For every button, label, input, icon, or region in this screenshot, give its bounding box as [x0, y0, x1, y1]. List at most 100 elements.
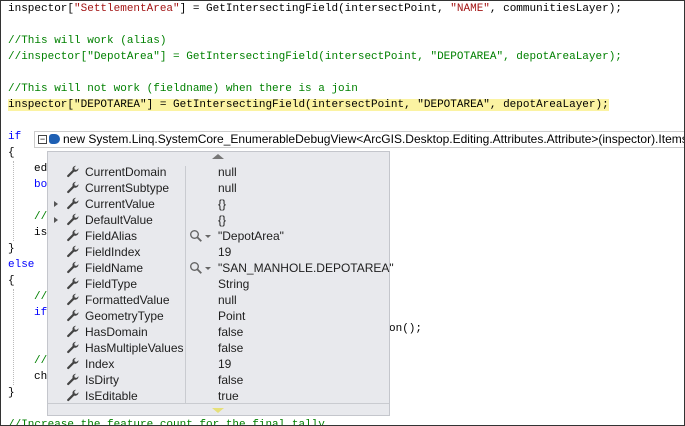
magnifier-icon[interactable]	[189, 229, 203, 243]
chevron-down-icon[interactable]	[205, 235, 211, 238]
property-name: FieldName	[85, 261, 144, 275]
code-fragment: is	[34, 227, 48, 239]
property-value[interactable]: null	[218, 164, 237, 180]
property-name: HasMultipleValues	[85, 341, 184, 355]
property-row[interactable]: FieldType String	[48, 276, 389, 292]
wrench-icon	[66, 181, 80, 195]
property-name: HasDomain	[85, 325, 148, 339]
property-row[interactable]: FieldAlias "DepotArea"	[48, 228, 389, 244]
brace: {	[8, 147, 15, 159]
property-name: CurrentDomain	[85, 165, 167, 179]
comment-line: //This will work (alias)	[8, 35, 167, 47]
code-fragment: on();	[389, 323, 423, 335]
property-value[interactable]: false	[218, 372, 243, 388]
wrench-icon	[66, 373, 80, 387]
property-name: FormattedValue	[85, 293, 170, 307]
collapse-button[interactable]: −	[38, 135, 47, 144]
comment-line: //Increase the feature count for the fin…	[8, 419, 325, 426]
wrench-icon	[66, 293, 80, 307]
scroll-down-arrow-icon[interactable]	[212, 408, 224, 413]
indent-guide	[13, 289, 14, 385]
property-value[interactable]: false	[218, 324, 243, 340]
highlighted-statement: inspector["DEPOTAREA"] = GetIntersecting…	[8, 99, 609, 111]
string-literal: "SettlementArea"	[74, 3, 180, 15]
property-value[interactable]: 19	[218, 356, 231, 372]
indent-guide	[13, 161, 14, 241]
property-value[interactable]: null	[218, 292, 237, 308]
property-name: Index	[85, 357, 115, 371]
property-name: IsDirty	[85, 373, 119, 387]
wrench-icon	[66, 245, 80, 259]
wrench-icon	[66, 277, 80, 291]
property-value[interactable]: null	[218, 180, 237, 196]
property-row[interactable]: FieldName "SAN_MANHOLE.DEPOTAREA"	[48, 260, 394, 276]
expand-arrow-icon[interactable]	[54, 217, 58, 223]
code-text: ] = GetIntersectingField(intersectPoint,	[179, 3, 451, 15]
wrench-icon	[66, 229, 80, 243]
property-row[interactable]: Index 19	[48, 356, 389, 372]
property-row[interactable]: GeometryType Point	[48, 308, 389, 324]
property-name: FieldType	[85, 277, 138, 291]
property-name: DefaultValue	[85, 213, 153, 227]
property-value[interactable]: Point	[218, 308, 245, 324]
code-editor[interactable]: inspector["SettlementArea"] = GetInterse…	[0, 0, 685, 426]
magnifier-icon[interactable]	[189, 261, 203, 275]
chevron-down-icon[interactable]	[205, 267, 211, 270]
wrench-icon	[66, 341, 80, 355]
property-row[interactable]: HasDomain false	[48, 324, 389, 340]
code-text: inspector[	[8, 3, 75, 15]
wrench-icon	[66, 261, 80, 275]
comment-line: //This will not work (fieldname) when th…	[8, 83, 358, 95]
property-row[interactable]: HasMultipleValues false	[48, 340, 389, 356]
wrench-icon	[66, 389, 80, 403]
property-value[interactable]: 19	[218, 244, 231, 260]
code-fragment: bo	[34, 179, 48, 191]
property-value[interactable]: false	[218, 340, 243, 356]
code-fragment: ch	[34, 371, 48, 383]
property-row[interactable]: DefaultValue {}	[48, 212, 389, 228]
wrench-icon	[66, 213, 80, 227]
scroll-up-arrow-icon[interactable]	[212, 154, 224, 159]
datatip-header: − new System.Linq.SystemCore_EnumerableD…	[34, 131, 685, 148]
property-value[interactable]: true	[218, 388, 239, 404]
wrench-icon	[66, 165, 80, 179]
property-name: FieldAlias	[85, 229, 138, 243]
code-fragment: ed	[34, 163, 48, 175]
wrench-icon	[66, 309, 80, 323]
property-name: CurrentSubtype	[85, 181, 170, 195]
brace: {	[8, 275, 15, 287]
code-text: , communitiesLayer);	[489, 3, 622, 15]
property-value[interactable]: String	[218, 276, 249, 292]
property-row[interactable]: FormattedValue null	[48, 292, 389, 308]
else-keyword: else	[8, 259, 35, 271]
property-name: GeometryType	[85, 309, 164, 323]
property-value[interactable]: "SAN_MANHOLE.DEPOTAREA"	[218, 260, 394, 276]
property-row[interactable]: IsEditable true	[48, 388, 389, 404]
property-value[interactable]: {}	[218, 212, 226, 228]
property-row[interactable]: FieldIndex 19	[48, 244, 389, 260]
property-value[interactable]: "DepotArea"	[218, 228, 284, 244]
brace: }	[8, 387, 15, 399]
panel-footer-divider	[48, 403, 389, 404]
current-statement-line: inspector["DEPOTAREA"] = GetIntersecting…	[8, 97, 609, 113]
property-value[interactable]: {}	[218, 196, 226, 212]
property-name: CurrentValue	[85, 197, 155, 211]
property-row[interactable]: CurrentDomain null	[48, 164, 389, 180]
code-fragment: if	[34, 307, 48, 319]
datatip-properties-panel: CurrentDomain null CurrentSubtype null Curre…	[47, 151, 394, 416]
property-name: IsEditable	[85, 389, 138, 403]
property-name: FieldIndex	[85, 245, 141, 259]
if-keyword: if	[8, 131, 22, 143]
brace: }	[8, 243, 15, 255]
expand-arrow-icon[interactable]	[54, 201, 58, 207]
code-line: inspector["SettlementArea"] = GetInterse…	[8, 1, 622, 17]
wrench-icon	[66, 197, 80, 211]
object-icon	[49, 134, 60, 144]
datatip-expression: new System.Linq.SystemCore_EnumerableDeb…	[63, 132, 685, 146]
property-row[interactable]: CurrentSubtype null	[48, 180, 389, 196]
wrench-icon	[66, 325, 80, 339]
string-literal: "NAME"	[450, 3, 490, 15]
property-row[interactable]: IsDirty false	[48, 372, 389, 388]
property-row[interactable]: CurrentValue {}	[48, 196, 389, 212]
comment-line: //inspector["DepotArea"] = GetIntersecti…	[8, 51, 622, 63]
